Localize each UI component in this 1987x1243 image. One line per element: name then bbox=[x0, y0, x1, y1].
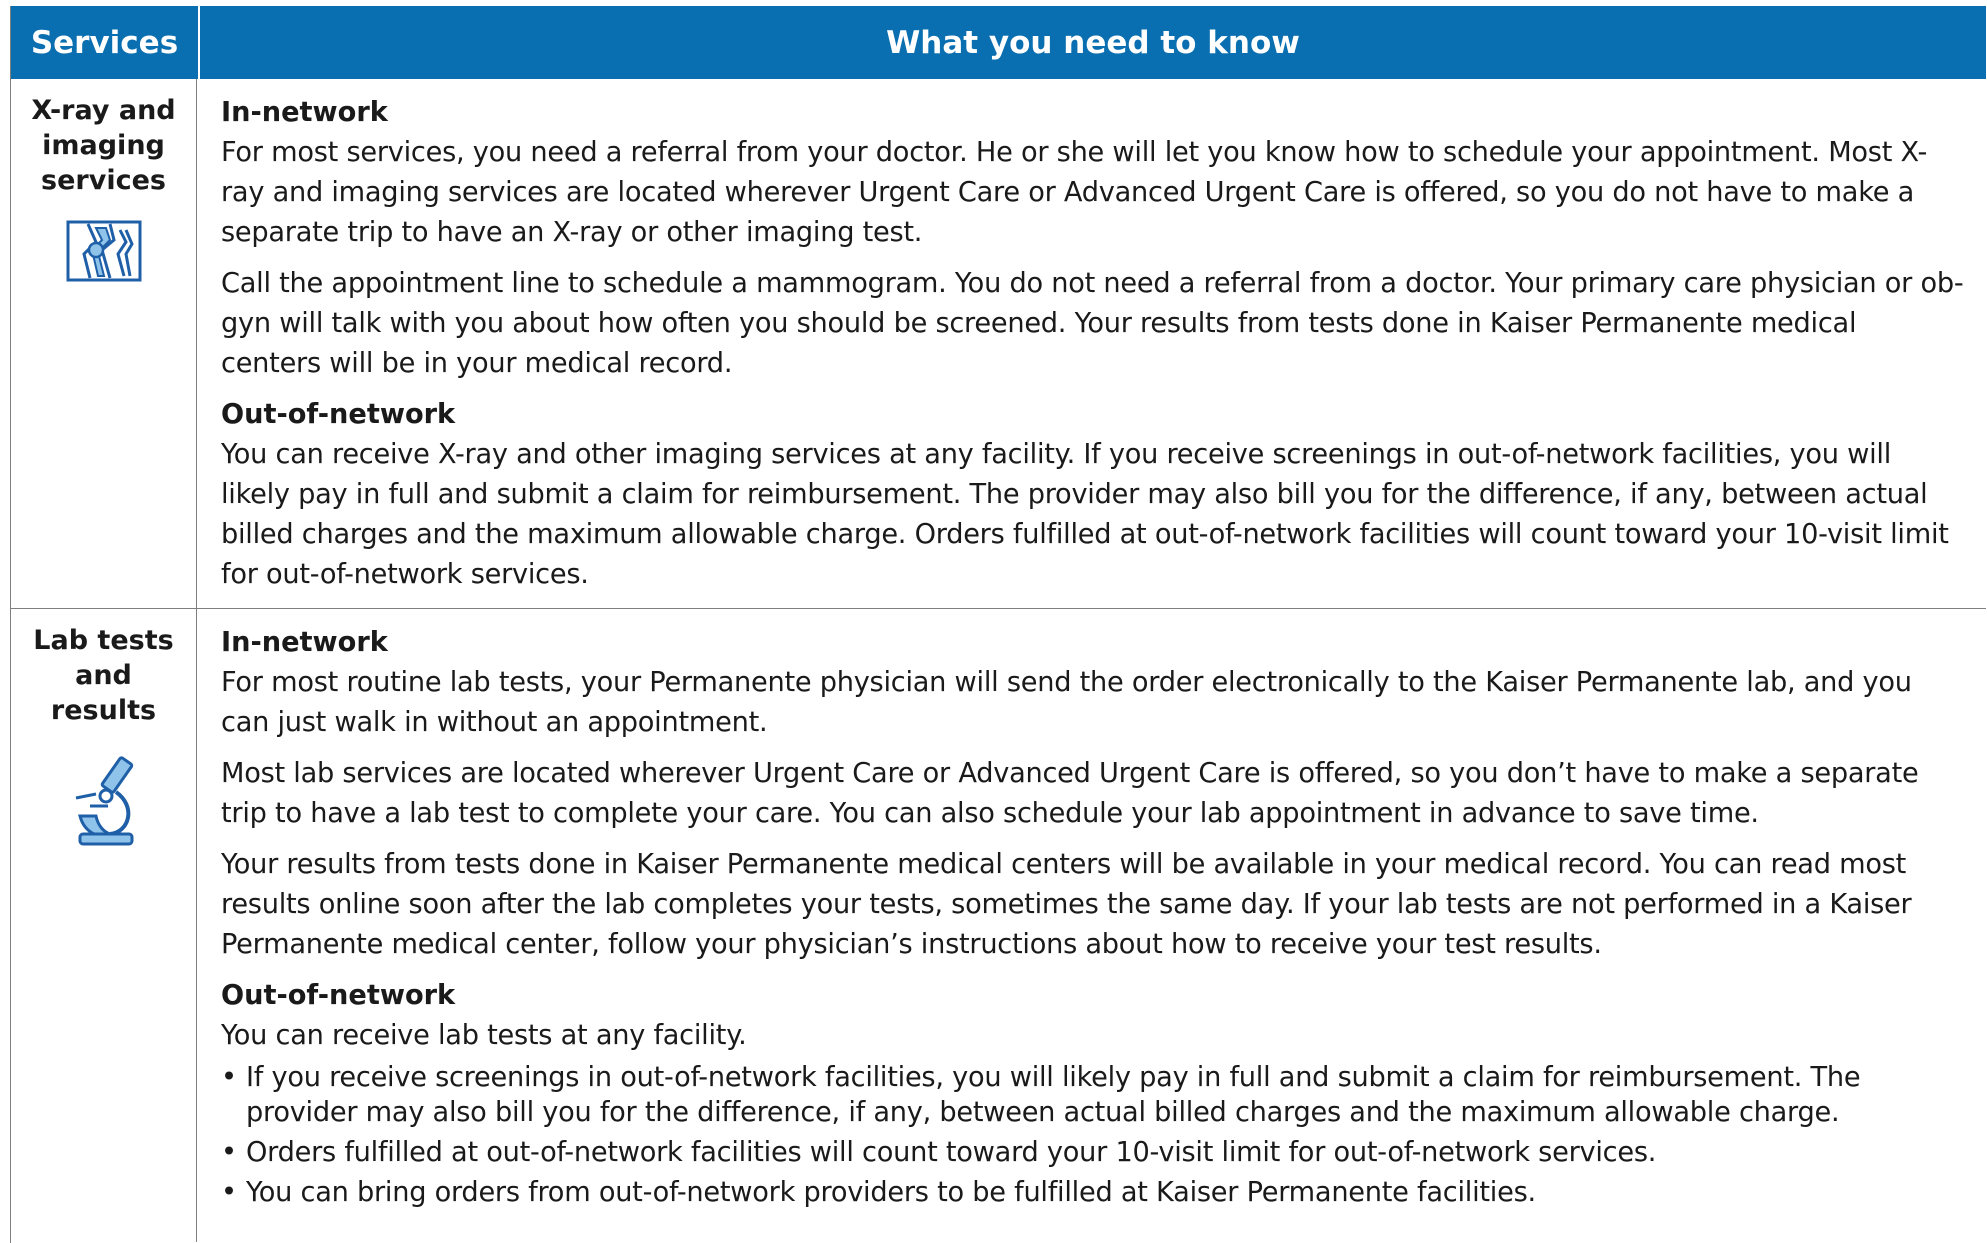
header-what-you-need-to-know: What you need to know bbox=[886, 24, 1300, 61]
knee-joint-icon bbox=[66, 220, 141, 282]
table-header: Services What you need to know bbox=[11, 6, 1986, 79]
service-name: Lab tests and results bbox=[33, 625, 174, 726]
in-network-heading: In-network bbox=[221, 627, 388, 658]
in-network-heading: In-network bbox=[221, 97, 388, 128]
service-cell-xray: X-ray and imaging services bbox=[11, 79, 197, 608]
table-row-lab: Lab tests and results In-network For mos… bbox=[11, 609, 1986, 1242]
service-name: X-ray and imaging services bbox=[31, 95, 176, 196]
paragraph: Your results from tests done in Kaiser P… bbox=[221, 849, 1912, 960]
table-row-xray: X-ray and imaging services In-network Fo… bbox=[11, 79, 1986, 609]
service-cell-lab: Lab tests and results bbox=[11, 609, 197, 1242]
paragraph: Most lab services are located wherever U… bbox=[221, 758, 1919, 829]
paragraph: You can receive lab tests at any facilit… bbox=[221, 1020, 747, 1051]
out-of-network-list: If you receive screenings in out-of-netw… bbox=[221, 1060, 1964, 1210]
services-table: Services What you need to know X-ray and… bbox=[10, 6, 1986, 1243]
paragraph: You can receive X-ray and other imaging … bbox=[221, 439, 1949, 590]
paragraph: For most routine lab tests, your Permane… bbox=[221, 667, 1912, 738]
info-cell-lab: In-network For most routine lab tests, y… bbox=[197, 609, 1986, 1242]
out-of-network-heading: Out-of-network bbox=[221, 980, 456, 1011]
paragraph: Call the appointment line to schedule a … bbox=[221, 268, 1964, 379]
paragraph: For most services, you need a referral f… bbox=[221, 137, 1928, 248]
list-item: You can bring orders from out-of-network… bbox=[221, 1175, 1964, 1210]
microscope-icon bbox=[75, 756, 133, 846]
list-item: Orders fulfilled at out-of-network facil… bbox=[221, 1135, 1964, 1170]
header-services: Services bbox=[11, 6, 200, 79]
out-of-network-heading: Out-of-network bbox=[221, 399, 456, 430]
list-item: If you receive screenings in out-of-netw… bbox=[221, 1060, 1964, 1130]
info-cell-xray: In-network For most services, you need a… bbox=[197, 79, 1986, 608]
